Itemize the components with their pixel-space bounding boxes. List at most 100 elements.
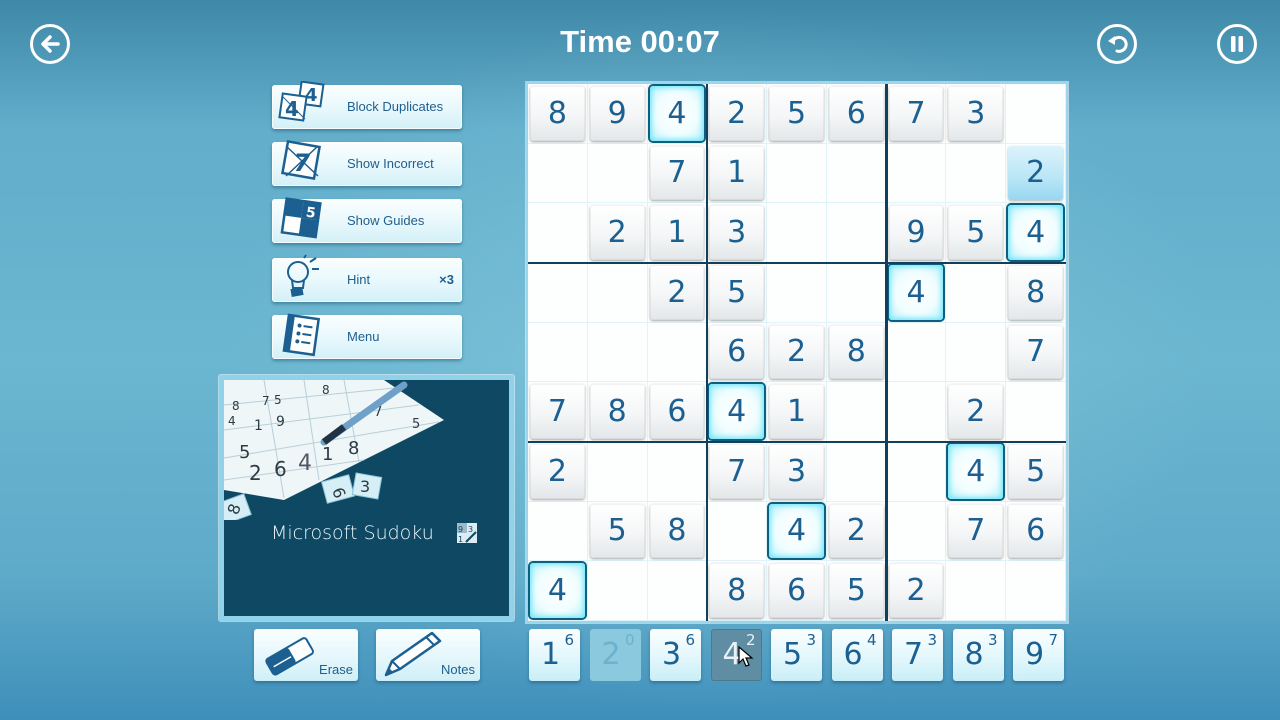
board-cell[interactable]: 3 bbox=[707, 203, 768, 263]
board-cell[interactable]: 7 bbox=[946, 501, 1007, 562]
promo-tile[interactable]: 8 75 4 19 8 7 5 5 26 4 18 9 3 8 Microsof… bbox=[219, 375, 514, 621]
board-cell[interactable]: 6 bbox=[1006, 501, 1067, 562]
board-cell[interactable] bbox=[826, 143, 887, 204]
board-cell[interactable]: 4 bbox=[767, 501, 827, 562]
board-cell[interactable] bbox=[767, 143, 827, 204]
erase-button[interactable]: Erase bbox=[254, 629, 358, 681]
board-cell[interactable]: 6 bbox=[707, 322, 768, 383]
numpad-button-4[interactable]: 42 bbox=[710, 629, 762, 681]
board-cell[interactable] bbox=[946, 263, 1007, 323]
board-cell[interactable]: 4 bbox=[946, 442, 1007, 502]
board-cell[interactable]: 2 bbox=[528, 442, 588, 502]
board-cell[interactable]: 6 bbox=[647, 382, 708, 442]
numpad-button-5[interactable]: 53 bbox=[771, 629, 822, 681]
board-cell[interactable] bbox=[647, 442, 708, 502]
board-cell[interactable] bbox=[647, 322, 708, 383]
board-cell[interactable]: 7 bbox=[647, 143, 708, 204]
numpad-button-9[interactable]: 97 bbox=[1013, 629, 1064, 681]
show-incorrect-button[interactable]: 7 Show Incorrect bbox=[272, 140, 462, 186]
board-cell[interactable]: 2 bbox=[707, 84, 768, 144]
numpad-button-2[interactable]: 20 bbox=[589, 629, 641, 681]
board-cell[interactable]: 7 bbox=[886, 84, 947, 144]
block-duplicates-button[interactable]: 4 4 Block Duplicates bbox=[272, 81, 462, 129]
board-cell[interactable]: 2 bbox=[886, 561, 947, 621]
undo-button[interactable] bbox=[1097, 24, 1137, 64]
show-guides-button[interactable]: 5 Show Guides bbox=[272, 197, 462, 243]
hint-button[interactable]: Hint ×3 bbox=[272, 254, 462, 302]
board-cell[interactable]: 6 bbox=[826, 84, 887, 144]
board-cell[interactable] bbox=[826, 203, 887, 263]
board-cell[interactable]: 1 bbox=[647, 203, 708, 263]
board-cell[interactable]: 2 bbox=[647, 263, 708, 323]
board-cell[interactable]: 5 bbox=[587, 501, 648, 562]
board-cell[interactable] bbox=[886, 322, 947, 383]
board-cell[interactable]: 8 bbox=[1006, 263, 1067, 323]
board-cell[interactable]: 2 bbox=[767, 322, 827, 383]
board-cell[interactable] bbox=[826, 442, 887, 502]
board-cell[interactable]: 5 bbox=[946, 203, 1007, 263]
board-cell[interactable]: 1 bbox=[707, 143, 768, 204]
board-cell[interactable] bbox=[767, 203, 827, 263]
board-cell[interactable] bbox=[946, 561, 1007, 621]
board-cell[interactable]: 4 bbox=[647, 84, 708, 144]
board-cell[interactable] bbox=[826, 382, 887, 442]
board-cell[interactable] bbox=[1006, 561, 1067, 621]
board-cell[interactable]: 9 bbox=[587, 84, 648, 144]
board-cell[interactable] bbox=[886, 442, 947, 502]
board-cell[interactable]: 2 bbox=[587, 203, 648, 263]
board-cell[interactable]: 8 bbox=[707, 561, 768, 621]
board-cell[interactable]: 8 bbox=[528, 84, 588, 144]
board-cell[interactable] bbox=[886, 501, 947, 562]
board-cell[interactable]: 4 bbox=[886, 263, 947, 323]
board-cell[interactable] bbox=[886, 382, 947, 442]
board-cell[interactable] bbox=[946, 143, 1007, 204]
board-cell[interactable]: 2 bbox=[946, 382, 1007, 442]
board-cell[interactable]: 7 bbox=[1006, 322, 1067, 383]
board-cell[interactable]: 3 bbox=[946, 84, 1007, 144]
board-cell[interactable]: 4 bbox=[1006, 203, 1067, 263]
board-cell[interactable] bbox=[528, 501, 588, 562]
board-cell[interactable] bbox=[528, 203, 588, 263]
board-cell[interactable] bbox=[587, 561, 648, 621]
board-cell[interactable]: 5 bbox=[1006, 442, 1067, 502]
board-cell[interactable]: 8 bbox=[587, 382, 648, 442]
board-cell[interactable] bbox=[647, 561, 708, 621]
board-cell[interactable] bbox=[946, 322, 1007, 383]
board-cell[interactable]: 1 bbox=[767, 382, 827, 442]
board-cell[interactable]: 5 bbox=[826, 561, 887, 621]
board-cell[interactable]: 3 bbox=[767, 442, 827, 502]
board-cell[interactable]: 6 bbox=[767, 561, 827, 621]
board-cell[interactable]: 9 bbox=[886, 203, 947, 263]
numpad-button-1[interactable]: 16 bbox=[529, 629, 580, 681]
board-cell[interactable]: 4 bbox=[707, 382, 768, 442]
numpad-button-8[interactable]: 83 bbox=[952, 629, 1004, 681]
board-cell[interactable] bbox=[886, 143, 947, 204]
board-cell[interactable] bbox=[528, 322, 588, 383]
numpad-button-6[interactable]: 64 bbox=[831, 629, 883, 681]
board-cell[interactable]: 8 bbox=[647, 501, 708, 562]
board-cell[interactable] bbox=[587, 263, 648, 323]
board-cell[interactable]: 2 bbox=[1006, 143, 1067, 204]
board-cell[interactable] bbox=[587, 322, 648, 383]
board-cell[interactable] bbox=[587, 143, 648, 204]
board-cell[interactable] bbox=[528, 263, 588, 323]
board-cell[interactable]: 2 bbox=[826, 501, 887, 562]
board-cell[interactable]: 5 bbox=[767, 84, 827, 144]
pause-button[interactable] bbox=[1217, 24, 1257, 64]
board-cell[interactable] bbox=[1006, 382, 1067, 442]
board-cell[interactable]: 8 bbox=[826, 322, 887, 383]
menu-button[interactable]: Menu bbox=[272, 313, 462, 359]
board-cell[interactable]: 5 bbox=[707, 263, 768, 323]
board-cell[interactable] bbox=[707, 501, 768, 562]
board-cell[interactable] bbox=[826, 263, 887, 323]
board-cell[interactable]: 7 bbox=[707, 442, 768, 502]
board-cell[interactable] bbox=[767, 263, 827, 323]
board-cell[interactable]: 4 bbox=[528, 561, 588, 621]
board-cell[interactable] bbox=[587, 442, 648, 502]
numpad-button-3[interactable]: 36 bbox=[650, 629, 701, 681]
board-cell[interactable] bbox=[1006, 84, 1067, 144]
notes-button[interactable]: Notes bbox=[376, 629, 480, 681]
board-cell[interactable]: 7 bbox=[528, 382, 588, 442]
numpad-button-7[interactable]: 73 bbox=[892, 629, 943, 681]
board-cell[interactable] bbox=[528, 143, 588, 204]
